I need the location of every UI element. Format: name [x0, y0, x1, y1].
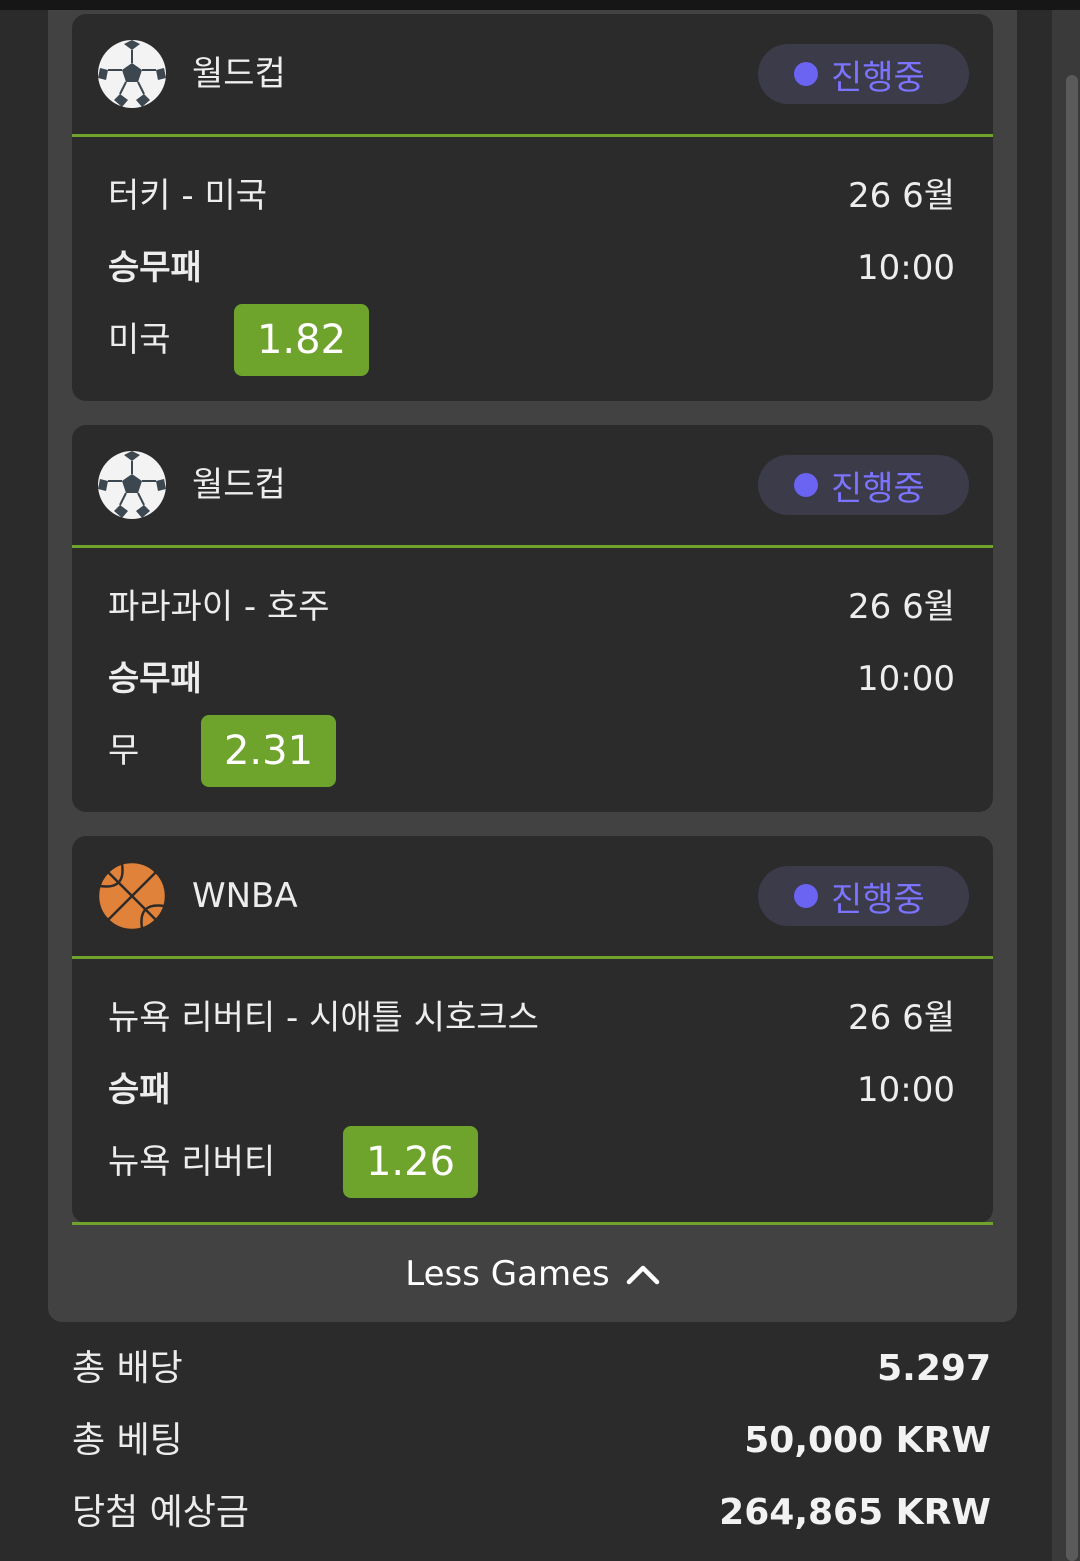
selected-pick: 미국: [108, 320, 171, 360]
less-games-label: Less Games: [405, 1254, 610, 1294]
bet-card-header: 월드컵 진행중: [72, 14, 993, 134]
expected-win-label: 당첨 예상금: [72, 1492, 250, 1533]
soccer-ball-icon: [98, 451, 166, 519]
basketball-icon: [96, 860, 168, 932]
card-divider: [72, 134, 993, 137]
bet-card-header: WNBA 진행중: [72, 836, 993, 956]
bet-card: WNBA 진행중 뉴욕 리버티 - 시애틀 시호크스 26 6월 승패 10:0…: [72, 836, 993, 1223]
scrollbar[interactable]: [1066, 75, 1078, 1561]
match-teams: 파라과이 - 호주: [108, 587, 330, 627]
total-bet-value: 50,000 KRW: [744, 1420, 991, 1461]
match-date: 26 6월: [848, 998, 955, 1038]
status-label: 진행중: [831, 879, 925, 920]
odds-badge: 1.82: [234, 304, 369, 376]
status-label: 진행중: [831, 468, 925, 509]
card-divider: [72, 545, 993, 548]
bet-card: 월드컵 진행중 터키 - 미국 26 6월 승무패 10:00 미국 1.82: [72, 14, 993, 401]
league-name: 월드컵: [192, 465, 286, 505]
bet-card-header: 월드컵 진행중: [72, 425, 993, 545]
less-games-button[interactable]: Less Games: [0, 1248, 1065, 1300]
match-teams: 뉴욕 리버티 - 시애틀 시호크스: [108, 998, 539, 1038]
card-divider: [72, 956, 993, 959]
status-label: 진행중: [831, 57, 925, 98]
status-badge: 진행중: [758, 455, 969, 515]
selected-pick: 뉴욕 리버티: [108, 1142, 276, 1182]
status-dot-icon: [794, 884, 818, 908]
odds-badge: 1.26: [343, 1126, 478, 1198]
odds-badge: 2.31: [201, 715, 336, 787]
total-odds-label: 총 배당: [72, 1348, 183, 1389]
status-badge: 진행중: [758, 866, 969, 926]
status-dot-icon: [794, 473, 818, 497]
match-time: 10:00: [857, 1070, 955, 1110]
total-bet-label: 총 베팅: [72, 1420, 183, 1461]
expected-win-value: 264,865 KRW: [719, 1492, 991, 1533]
total-odds-value: 5.297: [877, 1348, 991, 1389]
match-date: 26 6월: [848, 176, 955, 216]
status-dot-icon: [794, 62, 818, 86]
match-time: 10:00: [857, 248, 955, 288]
match-date: 26 6월: [848, 587, 955, 627]
selected-pick: 무: [108, 731, 140, 771]
match-teams: 터키 - 미국: [108, 176, 268, 216]
market-type: 승패: [108, 1070, 171, 1110]
soccer-ball-icon: [98, 40, 166, 108]
market-type: 승무패: [108, 248, 202, 288]
market-type: 승무패: [108, 659, 202, 699]
league-name: 월드컵: [192, 54, 286, 94]
top-strip: [0, 0, 1080, 10]
status-badge: 진행중: [758, 44, 969, 104]
list-bottom-divider: [72, 1222, 993, 1225]
match-time: 10:00: [857, 659, 955, 699]
chevron-up-icon: [626, 1265, 659, 1285]
league-name: WNBA: [192, 876, 298, 916]
bet-card: 월드컵 진행중 파라과이 - 호주 26 6월 승무패 10:00 무 2.31: [72, 425, 993, 812]
